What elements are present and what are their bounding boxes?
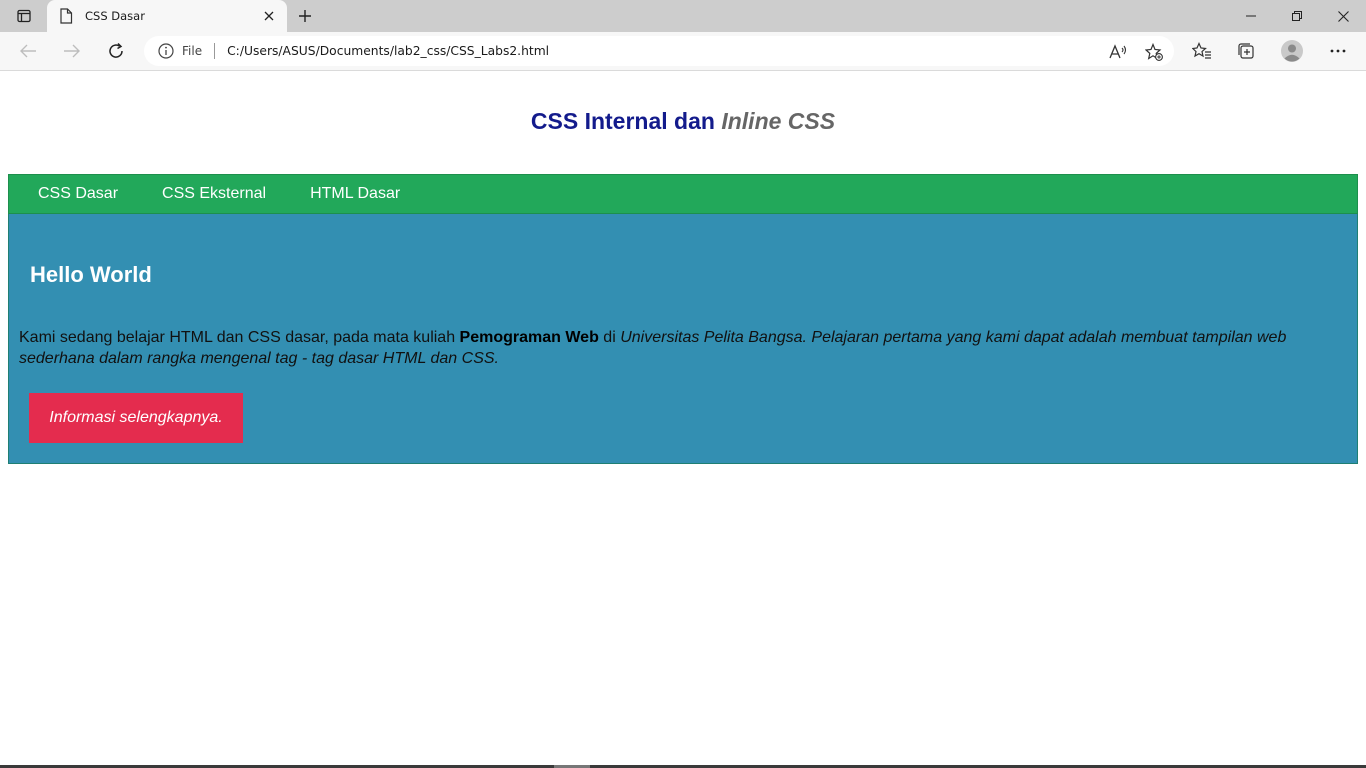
page-header: CSS Internal dan Inline CSS: [0, 71, 1366, 174]
tab-strip: CSS Dasar: [0, 0, 1366, 32]
close-icon[interactable]: [261, 8, 277, 24]
profile-icon[interactable]: [1280, 39, 1304, 63]
nav-link-css-dasar[interactable]: CSS Dasar: [9, 185, 140, 203]
minimize-icon[interactable]: [1228, 0, 1274, 32]
restore-icon[interactable]: [1274, 0, 1320, 32]
add-favorite-icon[interactable]: [1144, 42, 1164, 62]
plus-icon[interactable]: [293, 4, 317, 28]
hero-section: Hello World Kami sedang belajar HTML dan…: [8, 214, 1358, 464]
forward-icon[interactable]: [56, 37, 88, 65]
back-icon[interactable]: [12, 37, 44, 65]
hero-paragraph: Kami sedang belajar HTML dan CSS dasar, …: [19, 327, 1339, 369]
omnibox-separator: [214, 43, 216, 59]
nav-link-html-dasar[interactable]: HTML Dasar: [288, 185, 422, 203]
hero-text-1: Kami sedang belajar HTML dan CSS dasar, …: [19, 329, 456, 346]
hero-text-2: di: [603, 329, 616, 346]
page-title-main: CSS Internal dan: [530, 108, 715, 134]
collections-icon[interactable]: [1234, 39, 1258, 63]
browser-toolbar: File C:/Users/ASUS/Documents/lab2_css/CS…: [0, 32, 1366, 71]
address-bar[interactable]: File C:/Users/ASUS/Documents/lab2_css/CS…: [144, 36, 1174, 66]
info-icon[interactable]: [158, 43, 174, 59]
navbar: CSS Dasar CSS Eksternal HTML Dasar: [8, 174, 1358, 214]
page-title-italic: Inline CSS: [721, 108, 836, 134]
nav-link-css-eksternal[interactable]: CSS Eksternal: [140, 185, 288, 203]
hero-text-bold: Pemograman Web: [459, 329, 599, 346]
file-label: File: [182, 44, 203, 58]
page-icon: [59, 8, 75, 24]
tab-title: CSS Dasar: [85, 9, 145, 23]
url-text[interactable]: C:/Users/ASUS/Documents/lab2_css/CSS_Lab…: [227, 44, 1174, 58]
read-aloud-icon[interactable]: [1108, 42, 1128, 62]
close-window-icon[interactable]: [1320, 0, 1366, 32]
more-icon[interactable]: [1326, 39, 1350, 63]
page-content: CSS Internal dan Inline CSS CSS Dasar CS…: [0, 71, 1366, 765]
tab-actions-icon[interactable]: [8, 4, 40, 28]
more-info-button[interactable]: Informasi selengkapnya.: [29, 393, 243, 443]
page-title: CSS Internal dan Inline CSS: [0, 71, 1366, 135]
refresh-icon[interactable]: [100, 37, 132, 65]
browser-tab[interactable]: CSS Dasar: [47, 0, 287, 32]
hero-title: Hello World: [30, 262, 152, 287]
favorites-icon[interactable]: [1190, 39, 1214, 63]
